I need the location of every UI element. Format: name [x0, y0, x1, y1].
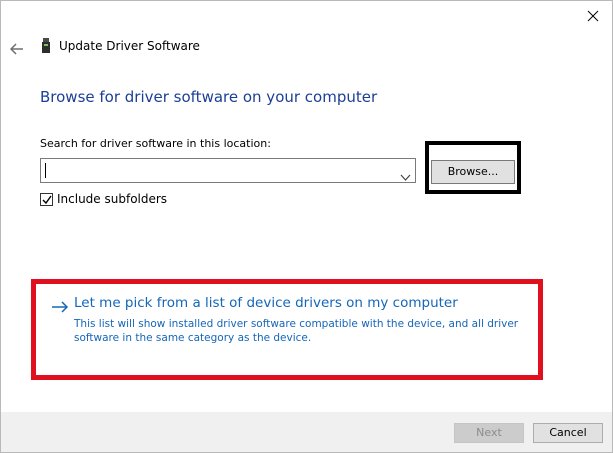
back-arrow-icon[interactable]	[9, 40, 24, 55]
include-subfolders-checkbox[interactable]	[40, 193, 53, 206]
close-icon[interactable]	[586, 8, 600, 22]
text-caret	[45, 163, 46, 178]
usb-device-icon	[41, 38, 51, 54]
dialog-footer: Next Cancel	[1, 412, 612, 452]
update-driver-dialog: Update Driver Software Browse for driver…	[0, 0, 613, 453]
driver-path-combobox[interactable]	[40, 158, 416, 183]
pick-option-title[interactable]: Let me pick from a list of device driver…	[74, 295, 458, 311]
page-heading: Browse for driver software on your compu…	[40, 88, 378, 106]
pick-option-description: This list will show installed driver sof…	[74, 318, 519, 344]
right-arrow-icon	[51, 298, 69, 313]
chevron-down-icon[interactable]	[400, 167, 411, 181]
browse-button[interactable]: Browse...	[431, 160, 515, 184]
cancel-button[interactable]: Cancel	[533, 423, 603, 443]
driver-path-input[interactable]	[44, 161, 384, 180]
next-button[interactable]: Next	[454, 423, 524, 443]
window-title: Update Driver Software	[59, 39, 200, 53]
include-subfolders-label: Include subfolders	[57, 192, 168, 206]
search-location-label: Search for driver software in this locat…	[40, 137, 271, 150]
checkmark-icon	[42, 195, 52, 205]
